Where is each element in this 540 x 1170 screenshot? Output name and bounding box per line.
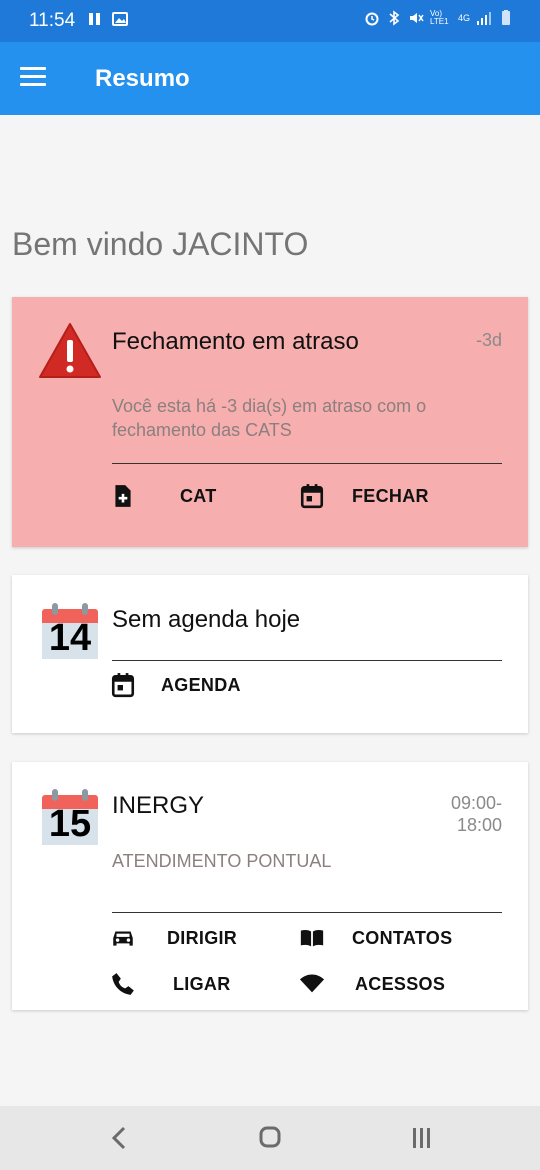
phone-icon [112, 973, 134, 995]
calendar-day-icon: 14 [40, 603, 100, 661]
bluetooth-icon [389, 10, 400, 26]
cat-button[interactable]: CAT [110, 483, 217, 509]
fechar-button[interactable]: FECHAR [299, 483, 429, 509]
dirigir-label: DIRIGIR [167, 927, 238, 948]
agenda-title: Sem agenda hoje [112, 606, 301, 633]
system-nav-bar [0, 1106, 540, 1170]
contatos-button[interactable]: CONTATOS [299, 925, 452, 951]
menu-icon-line [20, 75, 46, 78]
calendar-day-number: 15 [48, 803, 92, 845]
ligar-button[interactable]: LIGAR [110, 971, 231, 997]
appointment-time: 09:00- 18:00 [451, 792, 502, 836]
back-icon [111, 1126, 126, 1150]
contatos-label: CONTATOS [352, 927, 453, 948]
dirigir-button[interactable]: DIRIGIR [110, 925, 237, 951]
ligar-label: LIGAR [173, 973, 231, 994]
cat-label: CAT [180, 485, 217, 506]
agenda-card: 14 Sem agenda hoje AGENDA [12, 575, 528, 733]
pause-icon [89, 13, 100, 25]
welcome-text: Bem vindo JACINTO [12, 226, 309, 262]
acessos-label: ACESSOS [355, 973, 446, 994]
warning-icon [39, 323, 101, 378]
appointment-time-end: 18:00 [456, 815, 502, 835]
network-type: 4G [457, 12, 470, 23]
alert-badge: -3d [475, 330, 502, 350]
network-label: Vo) LTE1 [429, 9, 449, 26]
divider [112, 463, 502, 464]
status-right-icons: Vo) LTE1 4G [364, 10, 514, 26]
back-button[interactable] [100, 1122, 140, 1154]
home-icon [259, 1126, 281, 1148]
menu-icon-line [20, 83, 46, 86]
calendar-icon [300, 484, 324, 509]
home-button[interactable] [250, 1122, 290, 1154]
page-title: Resumo [95, 65, 190, 92]
recents-button[interactable] [402, 1122, 442, 1154]
image-icon [112, 12, 128, 26]
mute-icon [409, 13, 424, 23]
calendar-day-number: 14 [48, 617, 92, 659]
file-plus-icon [115, 485, 131, 507]
car-icon [113, 931, 133, 946]
app-bar: Resumo [0, 42, 540, 115]
fechar-label: FECHAR [352, 485, 429, 506]
battery-icon [502, 10, 510, 25]
calendar-icon [111, 673, 135, 698]
divider [112, 660, 502, 661]
status-time: 11:54 [29, 10, 76, 31]
status-bar: 11:54 Vo) LTE1 4G [0, 0, 540, 42]
book-icon [300, 929, 324, 947]
menu-button[interactable] [20, 64, 52, 94]
alert-message: Você esta há -3 dia(s) em atraso com o f… [112, 396, 427, 440]
status-left-icons [87, 11, 128, 27]
recents-icon [413, 1128, 430, 1148]
appointment-title: INERGY [112, 792, 205, 819]
divider [112, 912, 502, 913]
wifi-icon [299, 974, 325, 993]
alarm-icon [365, 12, 379, 26]
appointment-card[interactable]: 15 INERGY 09:00- 18:00 ATENDIMENTO PONTU… [12, 762, 528, 1010]
acessos-button[interactable]: ACESSOS [299, 971, 445, 997]
appointment-subtitle: ATENDIMENTO PONTUAL [112, 851, 332, 871]
alert-card: Fechamento em atraso -3d Você esta há -3… [12, 297, 528, 547]
agenda-label: AGENDA [161, 674, 241, 695]
menu-icon-line [20, 67, 46, 70]
signal-icon [477, 12, 491, 25]
alert-title: Fechamento em atraso [112, 328, 359, 355]
appointment-time-start: 09:00- [450, 793, 502, 813]
calendar-day-icon: 15 [40, 789, 100, 847]
agenda-button[interactable]: AGENDA [110, 672, 241, 698]
